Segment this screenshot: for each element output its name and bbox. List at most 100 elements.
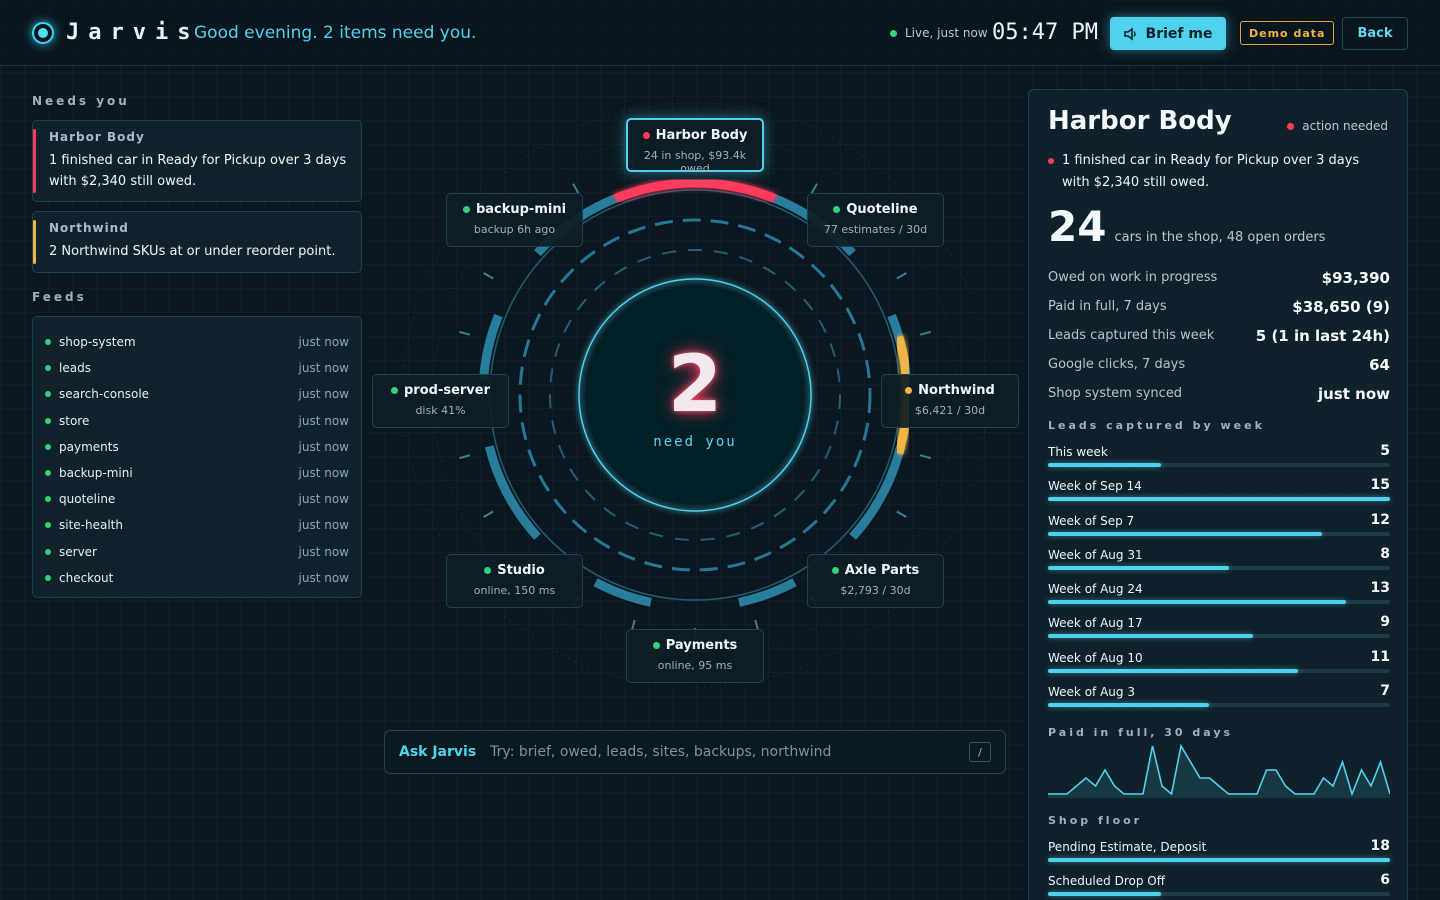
feed-name: server — [59, 544, 97, 559]
radar-node[interactable]: Studio online, 150 ms — [446, 554, 583, 608]
radar-node[interactable]: Payments online, 95 ms — [626, 629, 764, 683]
feed-time: just now — [298, 335, 349, 350]
alert-text: 1 finished car in Ready for Pickup over … — [1062, 153, 1360, 190]
bar-label: Week of Aug 24 — [1048, 582, 1143, 597]
ring-tick — [896, 510, 907, 518]
radar-node-header: Payments — [627, 638, 763, 653]
radar-node-sub: 77 estimates / 30d — [823, 223, 928, 236]
ring-tick — [483, 272, 494, 280]
status-badge: action needed — [1287, 119, 1388, 133]
stat-label: Owed on work in progress — [1048, 270, 1218, 285]
ask-jarvis-label: Ask Jarvis — [399, 744, 477, 760]
feed-row[interactable]: shop-system just now — [45, 329, 349, 355]
ring-segment — [738, 578, 797, 607]
detail-panel: Harbor Body action needed 1 finished car… — [1028, 89, 1408, 900]
shop-count-caption: cars in the shop, 48 open orders — [1114, 230, 1326, 245]
stat-value: $38,650 (9) — [1292, 297, 1390, 316]
feed-row[interactable]: search-console just now — [45, 381, 349, 407]
feed-row[interactable]: backup-mini just now — [45, 460, 349, 486]
needs-you-heading: Needs you — [32, 94, 130, 108]
bar-fill — [1048, 531, 1322, 536]
brand-name: Jarvis — [66, 20, 200, 45]
bar-value: 8 — [1380, 545, 1390, 562]
need-card-northwind[interactable]: Northwind 2 Northwind SKUs at or under r… — [32, 211, 362, 273]
stats-list: Owed on work in progress $93,390 Paid in f… — [1048, 263, 1390, 408]
bar-label: Week of Aug 3 — [1048, 685, 1135, 700]
radar-node-name: Payments — [665, 638, 738, 653]
ask-jarvis-input[interactable] — [490, 744, 969, 760]
need-card-harbor-body[interactable]: Harbor Body 1 finished car in Ready for … — [32, 120, 362, 202]
bar-value: 6 — [1380, 872, 1390, 889]
bar-fill — [1048, 565, 1230, 570]
warn-bar — [33, 220, 36, 264]
brief-me-button[interactable]: Brief me — [1110, 17, 1226, 50]
feed-name: site-health — [59, 518, 123, 533]
radar-node[interactable]: Axle Parts $2,793 / 30d — [807, 554, 944, 608]
bar-row: Week of Aug 10 11 — [1048, 647, 1390, 681]
status-text: action needed — [1302, 119, 1388, 133]
bar-fill — [1048, 634, 1254, 639]
feed-time: just now — [298, 439, 349, 454]
stat-value: 64 — [1369, 355, 1390, 374]
shop-count-number: 24 — [1048, 202, 1107, 251]
radar-node[interactable]: prod-server disk 41% — [372, 374, 509, 428]
radar-node-sub: backup 6h ago — [473, 223, 556, 236]
radar-node-sub: online, 150 ms — [473, 584, 556, 597]
feed-status-icon — [45, 522, 51, 529]
bar-track — [1048, 531, 1390, 536]
feed-status-icon — [45, 548, 51, 555]
need-card-text: 2 Northwind SKUs at or under reorder poi… — [49, 244, 336, 259]
radar-node-name: Harbor Body — [655, 128, 748, 143]
demo-data-badge: Demo data — [1240, 21, 1335, 45]
feed-status-icon — [45, 574, 51, 581]
feeds-heading: Feeds — [32, 290, 87, 304]
feed-row[interactable]: store just now — [45, 408, 349, 434]
radar-node-header: Studio — [447, 563, 582, 578]
ring-tick — [459, 454, 471, 460]
radar-node[interactable]: backup-mini backup 6h ago — [446, 193, 583, 247]
bar-row: Week of Aug 17 9 — [1048, 612, 1390, 646]
feed-row[interactable]: quoteline just now — [45, 486, 349, 512]
ring-tick — [896, 272, 907, 280]
radar-node-header: Axle Parts — [808, 563, 943, 578]
bar-label: Week of Aug 17 — [1048, 616, 1143, 631]
back-button[interactable]: Back — [1342, 17, 1408, 50]
feed-name: payments — [59, 439, 119, 454]
need-card-text: 1 finished car in Ready for Pickup over … — [49, 153, 347, 189]
radar-node[interactable]: Harbor Body 24 in shop, $93.4k owed — [626, 118, 764, 175]
stat-value: $93,390 — [1321, 268, 1390, 287]
feed-name: search-console — [59, 387, 150, 402]
bar-row: Pending Estimate, Deposit 18 — [1048, 836, 1390, 870]
feed-time: just now — [298, 492, 349, 507]
feed-name: quoteline — [59, 492, 116, 507]
bar-label: Week of Aug 10 — [1048, 650, 1143, 665]
detail-title: Harbor Body — [1048, 106, 1232, 136]
ring-tick — [483, 510, 494, 518]
feed-row[interactable]: leads just now — [45, 355, 349, 381]
paid-sparkline — [1048, 743, 1390, 798]
bar-value: 5 — [1380, 443, 1390, 459]
bar-fill — [1048, 600, 1346, 605]
feed-row[interactable]: site-health just now — [45, 512, 349, 538]
brief-me-label: Brief me — [1145, 25, 1213, 42]
stat-label: Leads captured this week — [1048, 328, 1215, 343]
stat-label: Shop system synced — [1048, 386, 1183, 401]
radar-node[interactable]: Quoteline 77 estimates / 30d — [807, 193, 944, 247]
ring-segment — [593, 578, 652, 607]
shop-floor-list: Pending Estimate, Deposit 18 Scheduled Dro… — [1048, 836, 1390, 900]
radar-node[interactable]: Northwind $6,421 / 30d — [881, 374, 1019, 428]
feed-row[interactable]: payments just now — [45, 434, 349, 460]
bar-value: 18 — [1370, 838, 1390, 854]
bar-row: Week of Aug 3 7 — [1048, 681, 1390, 715]
bar-track — [1048, 600, 1390, 605]
bar-label: This week — [1048, 445, 1108, 459]
bar-row: Week of Aug 31 8 — [1048, 544, 1390, 578]
bar-value: 15 — [1370, 477, 1390, 494]
bar-value: 7 — [1380, 683, 1390, 700]
bar-row: This week 5 — [1048, 441, 1390, 475]
feed-row[interactable]: checkout just now — [45, 565, 349, 591]
stat-value: 5 (1 in last 24h) — [1255, 326, 1390, 345]
stat-label: Paid in full, 7 days — [1048, 299, 1167, 314]
feed-row[interactable]: server just now — [45, 539, 349, 565]
feed-name: shop-system — [59, 335, 136, 350]
